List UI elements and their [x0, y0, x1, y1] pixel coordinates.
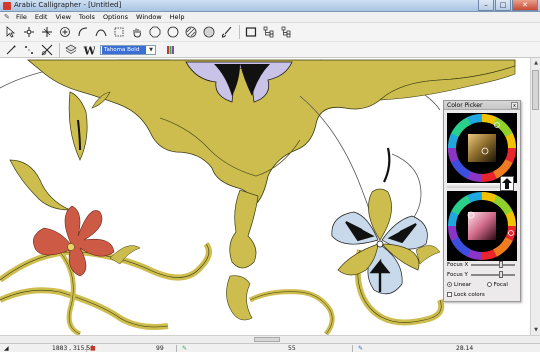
- lock-colors-row: Lock colors: [447, 291, 485, 299]
- font-select-value: Tahoma Bold: [102, 45, 146, 54]
- secondary-toolbar: W Tahoma Bold ▼: [0, 41, 540, 58]
- color-picker-panel: Color Picker x Focus X Focus Y Linear Fo…: [443, 100, 521, 302]
- focus-x-label: Focus X: [447, 262, 469, 268]
- font-select[interactable]: Tahoma Bold ▼: [100, 44, 156, 55]
- menu-view[interactable]: View: [55, 13, 70, 21]
- select-rect-icon[interactable]: [112, 25, 126, 39]
- status-field-4: 28.14: [456, 345, 474, 352]
- status-divider: [352, 345, 353, 352]
- chevron-down-icon[interactable]: ▼: [147, 46, 155, 54]
- fill-circle-icon[interactable]: [202, 25, 216, 39]
- status-bar: ◢ 1883 , 315.56 ■ 99 ✎ 55 ✎ 28.14: [0, 343, 540, 352]
- toolbar-separator: [239, 25, 240, 39]
- add-point-icon[interactable]: [58, 25, 72, 39]
- window-title: Arabic Calligrapher - [Untitled]: [14, 1, 122, 9]
- main-toolbar: [0, 22, 540, 41]
- grip-icon: ◢: [4, 345, 9, 352]
- pan-hand-icon[interactable]: [130, 25, 144, 39]
- color-picker-title-text: Color Picker: [447, 102, 483, 109]
- curve-icon[interactable]: [76, 25, 90, 39]
- menu-bar: ✎ File Edit View Tools Options Window He…: [0, 12, 540, 22]
- toolbar-separator: [59, 42, 60, 57]
- linear-label: Linear: [454, 282, 472, 288]
- close-icon[interactable]: x: [511, 102, 518, 109]
- circle-icon[interactable]: [166, 25, 180, 39]
- menu-edit[interactable]: Edit: [35, 13, 48, 21]
- menu-options[interactable]: Options: [103, 13, 128, 21]
- color-status-icon: ■: [90, 345, 96, 352]
- focus-y-track[interactable]: [471, 274, 515, 276]
- gradient-strip[interactable]: [447, 183, 507, 188]
- focus-x-slider[interactable]: [499, 261, 503, 268]
- lock-colors-label: Lock colors: [454, 292, 485, 298]
- pointer-icon[interactable]: [4, 25, 18, 39]
- gradient-type-row: Linear Focal: [447, 281, 519, 289]
- frame-icon[interactable]: [244, 25, 258, 39]
- focus-y-slider[interactable]: [499, 271, 503, 278]
- status-divider: [86, 345, 87, 352]
- hatch-circle-icon[interactable]: [184, 25, 198, 39]
- color-wheel-2[interactable]: [447, 191, 517, 261]
- maximize-button[interactable]: □: [495, 0, 511, 11]
- focal-radio[interactable]: [486, 282, 492, 287]
- cut-tool-icon[interactable]: [40, 43, 54, 57]
- focus-x-track[interactable]: [471, 264, 515, 266]
- vertical-scrollbar[interactable]: ▲ ▼: [530, 58, 540, 335]
- dots-tool-icon[interactable]: [22, 43, 36, 57]
- status-field-3: 55: [288, 345, 296, 352]
- node-edit-icon[interactable]: [22, 25, 36, 39]
- svg-text:W: W: [83, 44, 95, 56]
- bezier-icon[interactable]: [94, 25, 108, 39]
- focus-y-label: Focus Y: [447, 272, 468, 278]
- menu-help[interactable]: Help: [170, 13, 185, 21]
- app-logo-icon: [3, 2, 11, 10]
- linear-radio[interactable]: [447, 282, 452, 287]
- vertical-scroll-thumb[interactable]: [532, 70, 539, 110]
- arc-tool-icon[interactable]: [4, 43, 18, 57]
- octagon-icon[interactable]: [148, 25, 162, 39]
- horizontal-scroll-thumb[interactable]: [254, 337, 280, 342]
- palette-icon[interactable]: [164, 43, 178, 57]
- color-picker-title[interactable]: Color Picker x: [444, 101, 520, 110]
- focal-label: Focal: [493, 282, 508, 288]
- lock-colors-checkbox[interactable]: [447, 292, 452, 297]
- layers-icon[interactable]: [64, 43, 78, 57]
- status-divider: [176, 345, 177, 352]
- minimize-button[interactable]: –: [478, 0, 494, 11]
- horizontal-scrollbar[interactable]: [0, 335, 540, 343]
- doc-menu-icon[interactable]: ✎: [4, 13, 12, 21]
- text-w-icon[interactable]: W: [82, 43, 96, 57]
- scroll-up-icon[interactable]: ▲: [532, 59, 540, 67]
- status-coords: 1883 , 315.56: [52, 345, 94, 352]
- brush-icon[interactable]: [220, 25, 234, 39]
- transform-icon[interactable]: [40, 25, 54, 39]
- menu-window[interactable]: Window: [136, 13, 162, 21]
- tree-link2-icon[interactable]: [280, 25, 294, 39]
- gradient-stop-handle[interactable]: [500, 176, 514, 191]
- pen-status-icon: ✎: [182, 345, 188, 352]
- scroll-down-icon[interactable]: ▼: [532, 326, 540, 334]
- status-field-2: 99: [156, 345, 164, 352]
- brush-status-icon: ✎: [358, 345, 364, 352]
- menu-file[interactable]: File: [16, 13, 27, 21]
- title-bar: Arabic Calligrapher - [Untitled] – □ ✕: [0, 0, 540, 12]
- focus-x-row: Focus X: [447, 261, 519, 269]
- tree-link-icon[interactable]: [262, 25, 276, 39]
- close-button[interactable]: ✕: [512, 0, 538, 11]
- focus-y-row: Focus Y: [447, 271, 519, 279]
- window-controls: – □ ✕: [478, 0, 538, 11]
- menu-tools[interactable]: Tools: [79, 13, 95, 21]
- color-wheel-1[interactable]: [447, 113, 517, 183]
